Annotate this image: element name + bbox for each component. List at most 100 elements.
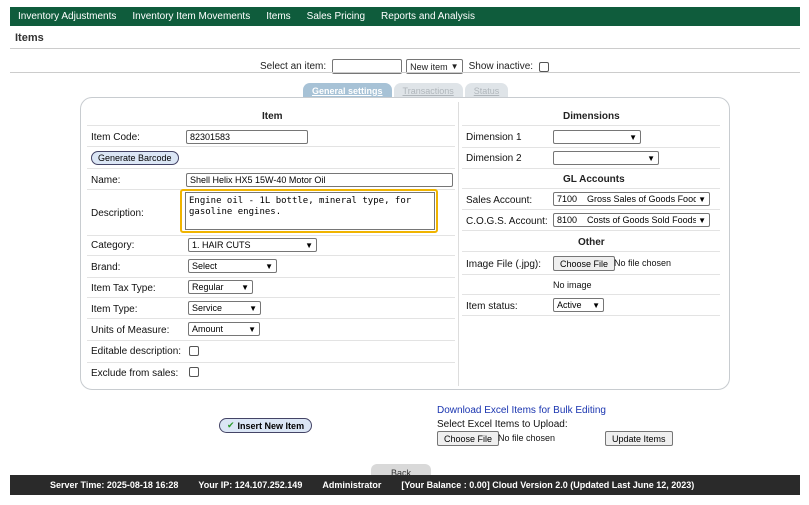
nav-inventory-adjustments[interactable]: Inventory Adjustments — [18, 11, 116, 22]
download-excel-link[interactable]: Download Excel Items for Bulk Editing — [437, 405, 606, 416]
tabs: General settings Transactions Status — [303, 83, 510, 98]
row-divider — [462, 230, 720, 231]
row-divider — [87, 362, 455, 363]
cogs-account-label: C.O.G.S. Account: — [466, 216, 548, 227]
dimension-1-select[interactable]: ▼ — [553, 130, 641, 144]
excel-choose-file-button[interactable]: Choose File — [437, 431, 500, 446]
item-status-select[interactable]: Active ▼ — [553, 298, 604, 312]
show-inactive-checkbox[interactable] — [539, 61, 550, 72]
brand-select[interactable]: Select ▼ — [188, 259, 277, 273]
item-tax-type-select[interactable]: Regular ▼ — [188, 280, 253, 294]
item-type-value: Service — [192, 303, 223, 313]
chevron-down-icon: ▼ — [592, 300, 600, 310]
sales-account-label: Sales Account: — [466, 195, 533, 206]
row-divider — [462, 294, 720, 295]
image-no-file-text: No file chosen — [614, 258, 672, 268]
sales-account-select[interactable]: 7100 Gross Sales of Goods Food ▼ — [553, 192, 710, 206]
image-file-label: Image File (.jpg): — [466, 259, 542, 270]
item-code-label: Item Code: — [91, 132, 140, 143]
row-divider — [87, 125, 455, 126]
version-info: [Your Balance : 0.00] Cloud Version 2.0 … — [401, 480, 695, 490]
dimensions-heading: Dimensions — [563, 111, 620, 122]
item-tax-type-label: Item Tax Type: — [91, 283, 156, 294]
nav-items[interactable]: Items — [266, 11, 290, 22]
description-highlight — [180, 189, 438, 233]
image-choose-file-button[interactable]: Choose File — [553, 256, 616, 271]
show-inactive-label: Show inactive: — [468, 61, 534, 72]
insert-new-item-label: Insert New Item — [237, 420, 305, 431]
chevron-down-icon: ▼ — [305, 240, 313, 250]
item-status-value: Active — [557, 300, 582, 310]
tab-status[interactable]: Status — [464, 83, 509, 98]
tab-general-settings[interactable]: General settings — [303, 83, 392, 98]
units-of-measure-label: Units of Measure: — [91, 325, 170, 336]
chevron-down-icon: ▼ — [248, 324, 256, 334]
select-item-label: Select an item: — [260, 61, 327, 72]
chevron-down-icon: ▼ — [647, 153, 655, 163]
item-section-heading: Item — [262, 111, 283, 122]
name-label: Name: — [91, 175, 121, 186]
chevron-down-icon: ▼ — [698, 215, 706, 225]
server-time: Server Time: 2025-08-18 16:28 — [50, 480, 179, 490]
row-divider — [87, 297, 455, 298]
row-divider — [462, 274, 720, 275]
item-code-input[interactable]: 82301583 — [186, 130, 308, 144]
category-value: 1. HAIR CUTS — [192, 240, 251, 250]
category-select[interactable]: 1. HAIR CUTS ▼ — [188, 238, 317, 252]
chevron-down-icon: ▼ — [450, 62, 459, 71]
nav-sales-pricing[interactable]: Sales Pricing — [307, 11, 365, 22]
page-title: Items — [15, 32, 44, 44]
item-type-select[interactable]: Service ▼ — [188, 301, 261, 315]
other-heading: Other — [578, 237, 605, 248]
item-status-label: Item status: — [466, 301, 518, 312]
no-image-text: No image — [553, 280, 592, 290]
dimension-2-label: Dimension 2 — [466, 153, 522, 164]
row-divider — [462, 251, 720, 252]
row-divider — [462, 168, 720, 169]
editable-description-label: Editable description: — [91, 346, 182, 357]
generate-barcode-button[interactable]: Generate Barcode — [91, 151, 179, 165]
gl-accounts-heading: GL Accounts — [563, 174, 625, 185]
top-nav: Inventory Adjustments Inventory Item Mov… — [10, 7, 800, 26]
chevron-down-icon: ▼ — [265, 261, 273, 271]
row-divider — [462, 147, 720, 148]
excel-no-file-text: No file chosen — [498, 433, 556, 443]
row-divider — [87, 168, 455, 169]
tab-transactions[interactable]: Transactions — [393, 83, 463, 98]
row-divider — [87, 235, 455, 236]
divider — [10, 72, 800, 73]
chevron-down-icon: ▼ — [241, 282, 249, 292]
chevron-down-icon: ▼ — [249, 303, 257, 313]
upload-excel-label: Select Excel Items to Upload: — [437, 419, 568, 430]
current-user: Administrator — [322, 480, 382, 490]
dimension-2-select[interactable]: ▼ — [553, 151, 659, 165]
units-of-measure-value: Amount — [192, 324, 224, 334]
editable-description-checkbox[interactable] — [189, 346, 199, 356]
row-divider — [462, 209, 720, 210]
row-divider — [87, 146, 455, 147]
units-of-measure-select[interactable]: Amount ▼ — [188, 322, 260, 336]
nav-reports-and-analysis[interactable]: Reports and Analysis — [381, 11, 475, 22]
row-divider — [462, 188, 720, 189]
category-label: Category: — [91, 240, 135, 251]
user-ip: Your IP: 124.107.252.149 — [198, 480, 303, 490]
nav-inventory-item-movements[interactable]: Inventory Item Movements — [132, 11, 250, 22]
dimension-1-label: Dimension 1 — [466, 132, 522, 143]
description-label: Description: — [91, 208, 144, 219]
exclude-from-sales-checkbox[interactable] — [189, 367, 199, 377]
name-input[interactable]: Shell Helix HX5 15W-40 Motor Oil — [186, 173, 453, 187]
divider — [10, 48, 800, 49]
brand-label: Brand: — [91, 262, 121, 273]
cogs-account-select[interactable]: 8100 Costs of Goods Sold Foods ▼ — [553, 213, 710, 227]
row-divider — [87, 277, 455, 278]
item-tax-type-value: Regular — [192, 282, 224, 292]
row-divider — [87, 340, 455, 341]
update-items-button[interactable]: Update Items — [605, 431, 673, 446]
chevron-down-icon: ▼ — [629, 132, 637, 142]
insert-new-item-button[interactable]: ✔ Insert New Item — [219, 418, 313, 433]
row-divider — [462, 315, 720, 316]
chevron-down-icon: ▼ — [698, 194, 706, 204]
row-divider — [87, 255, 455, 256]
row-divider — [462, 125, 720, 126]
new-item-select-value: New item — [410, 61, 448, 72]
